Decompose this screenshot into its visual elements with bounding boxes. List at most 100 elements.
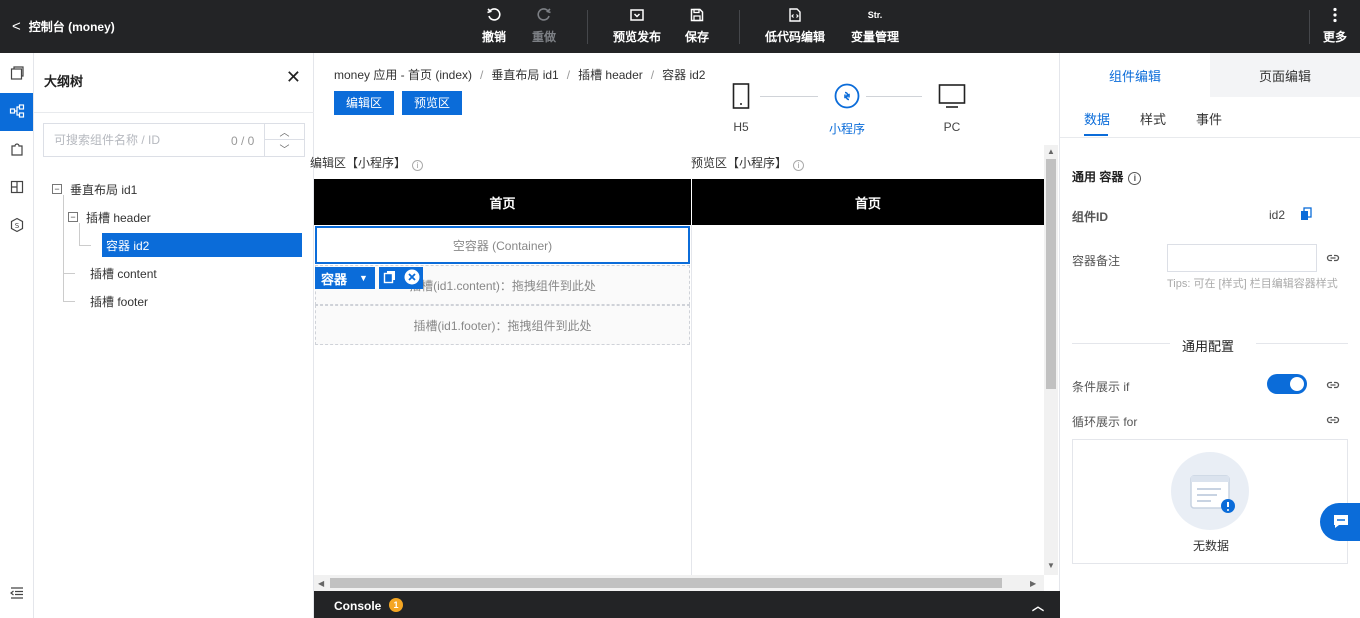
preview-zone-label: 预览区【小程序】 i xyxy=(691,154,805,171)
edit-zone-label-text: 编辑区【小程序】 xyxy=(310,156,407,170)
breadcrumb-item[interactable]: 垂直布局 id1 xyxy=(491,68,558,82)
scrollbar-thumb[interactable] xyxy=(1046,159,1056,389)
monitor-icon xyxy=(938,83,966,112)
more-button[interactable]: 更多 xyxy=(1320,6,1350,46)
empty-container-component[interactable]: 空容器 (Container) xyxy=(315,226,690,264)
components-rail-button[interactable] xyxy=(0,131,33,169)
selected-component-tag[interactable]: 容器 ▼ xyxy=(315,267,375,289)
toggle-knob xyxy=(1290,377,1304,391)
scroll-left-icon: ◀ xyxy=(318,579,325,588)
search-prev-button[interactable]: ︿ xyxy=(265,124,304,140)
canvas-area: money 应用 - 首页 (index) / 垂直布局 id1 / 插槽 header… xyxy=(310,53,1060,591)
device-miniprogram[interactable]: 小程序 xyxy=(817,83,877,137)
vertical-scrollbar[interactable]: ▲ ▼ xyxy=(1044,145,1058,575)
chevron-up-icon[interactable]: ︿ xyxy=(1032,597,1044,614)
close-circle-icon xyxy=(404,269,420,288)
preview-icon xyxy=(629,6,645,24)
variable-manage-button[interactable]: Str. 变量管理 xyxy=(849,6,901,46)
preview-zone-button[interactable]: 预览区 xyxy=(402,91,462,115)
collapse-toggle-icon[interactable]: − xyxy=(52,184,62,194)
scrollbar-thumb[interactable] xyxy=(330,578,1002,588)
copy-icon[interactable] xyxy=(1300,207,1312,224)
tree-node-slot-footer[interactable]: 插槽 footer xyxy=(90,289,148,313)
caret-down-icon: ▼ xyxy=(359,273,368,283)
settings-rail-button[interactable]: S xyxy=(0,207,33,245)
tree-node-vertical-layout[interactable]: − 垂直布局 id1 xyxy=(52,177,137,201)
search-nav: ︿ ﹀ xyxy=(264,124,304,156)
breadcrumb-item[interactable]: 插槽 header xyxy=(578,68,643,82)
mobile-icon xyxy=(732,83,750,112)
property-panel: 组件编辑 页面编辑 数据 样式 事件 通用 容器 i 组件ID id2 容器备注 … xyxy=(1060,53,1360,618)
container-note-input[interactable] xyxy=(1167,244,1317,272)
outline-tree-rail-button[interactable] xyxy=(0,93,33,131)
link-icon[interactable] xyxy=(1326,379,1340,394)
collapse-toggle-icon[interactable]: − xyxy=(68,212,78,222)
tree-node-container-selected[interactable]: 容器 id2 xyxy=(102,233,302,257)
slot-footer-dropzone[interactable]: 插槽(id1.footer)：拖拽组件到此处 xyxy=(315,305,690,345)
redo-button[interactable]: 重做 xyxy=(530,6,558,46)
close-icon[interactable]: ✕ xyxy=(286,68,301,86)
no-data-text: 无数据 xyxy=(1192,539,1229,553)
tab-page-edit[interactable]: 页面编辑 xyxy=(1210,53,1360,97)
console-label: Console xyxy=(334,599,382,613)
tree-node-slot-content[interactable]: 插槽 content xyxy=(90,261,157,285)
miniprogram-icon xyxy=(834,83,860,112)
copy-component-button[interactable] xyxy=(379,267,401,289)
breadcrumb-item[interactable]: 容器 id2 xyxy=(662,68,705,82)
preview-publish-button[interactable]: 预览发布 xyxy=(611,6,663,46)
device-h5[interactable]: H5 xyxy=(711,83,771,134)
preview-zone-label-text: 预览区【小程序】 xyxy=(691,156,788,170)
subtab-data[interactable]: 数据 xyxy=(1084,109,1110,128)
save-icon xyxy=(689,6,705,24)
tree-guide-line xyxy=(63,273,75,274)
component-search-input[interactable] xyxy=(54,131,214,149)
component-id-value: id2 xyxy=(1269,208,1286,222)
horizontal-scrollbar[interactable]: ◀ ▶ xyxy=(314,575,1044,591)
divider xyxy=(1072,343,1170,344)
delete-component-button[interactable] xyxy=(401,267,423,289)
undo-icon xyxy=(486,6,502,24)
back-label: 控制台 (money) xyxy=(28,19,115,34)
save-button[interactable]: 保存 xyxy=(683,6,711,46)
link-icon[interactable] xyxy=(1326,252,1340,267)
tree-node-label: 容器 id2 xyxy=(106,238,150,253)
tree-node-label: 插槽 content xyxy=(90,266,157,281)
chat-support-button[interactable] xyxy=(1320,503,1360,541)
save-label: 保存 xyxy=(684,30,709,44)
section-title: 通用 容器 i xyxy=(1072,168,1142,185)
console-bar[interactable]: Console 1 ︿ xyxy=(314,591,1060,618)
link-icon[interactable] xyxy=(1326,414,1340,429)
lowcode-edit-button[interactable]: 低代码编辑 xyxy=(763,6,827,46)
subtab-event[interactable]: 事件 xyxy=(1196,109,1222,128)
search-result-count: 0 / 0 xyxy=(231,134,255,148)
breadcrumb: money 应用 - 首页 (index) / 垂直布局 id1 / 插槽 header… xyxy=(334,66,705,83)
tree-structure-icon xyxy=(9,103,25,122)
scroll-up-icon: ▲ xyxy=(1047,147,1055,156)
device-pc[interactable]: PC xyxy=(922,83,982,134)
conditional-display-toggle[interactable] xyxy=(1267,374,1307,394)
info-icon[interactable]: i xyxy=(412,160,424,171)
tab-component-edit[interactable]: 组件编辑 xyxy=(1060,53,1210,97)
search-next-button[interactable]: ﹀ xyxy=(265,140,304,156)
subtab-style[interactable]: 样式 xyxy=(1140,109,1166,128)
pages-rail-button[interactable] xyxy=(0,55,33,93)
collapse-menu-icon xyxy=(9,585,25,604)
chat-icon xyxy=(1332,513,1350,532)
breadcrumb-item[interactable]: money 应用 - 首页 (index) xyxy=(334,68,472,82)
preview-page-navbar: 首页 xyxy=(692,179,1044,225)
edit-zone-button[interactable]: 编辑区 xyxy=(334,91,394,115)
info-icon[interactable]: i xyxy=(1128,172,1142,185)
back-to-console-button[interactable]: < 控制台 (money) xyxy=(12,17,115,35)
tree-guide-line xyxy=(63,195,64,302)
data-source-rail-button[interactable] xyxy=(0,169,33,207)
breadcrumb-separator: / xyxy=(650,68,655,82)
redo-label: 重做 xyxy=(531,30,556,44)
info-icon[interactable]: i xyxy=(793,160,805,171)
pages-icon xyxy=(9,65,25,84)
collapse-panel-button[interactable] xyxy=(0,575,33,613)
tree-node-label: 插槽 footer xyxy=(90,294,149,309)
scroll-right-icon: ▶ xyxy=(1030,579,1037,588)
tree-node-slot-header[interactable]: − 插槽 header xyxy=(68,205,151,229)
undo-button[interactable]: 撤销 xyxy=(480,6,508,46)
toolbar-divider xyxy=(1309,10,1310,44)
